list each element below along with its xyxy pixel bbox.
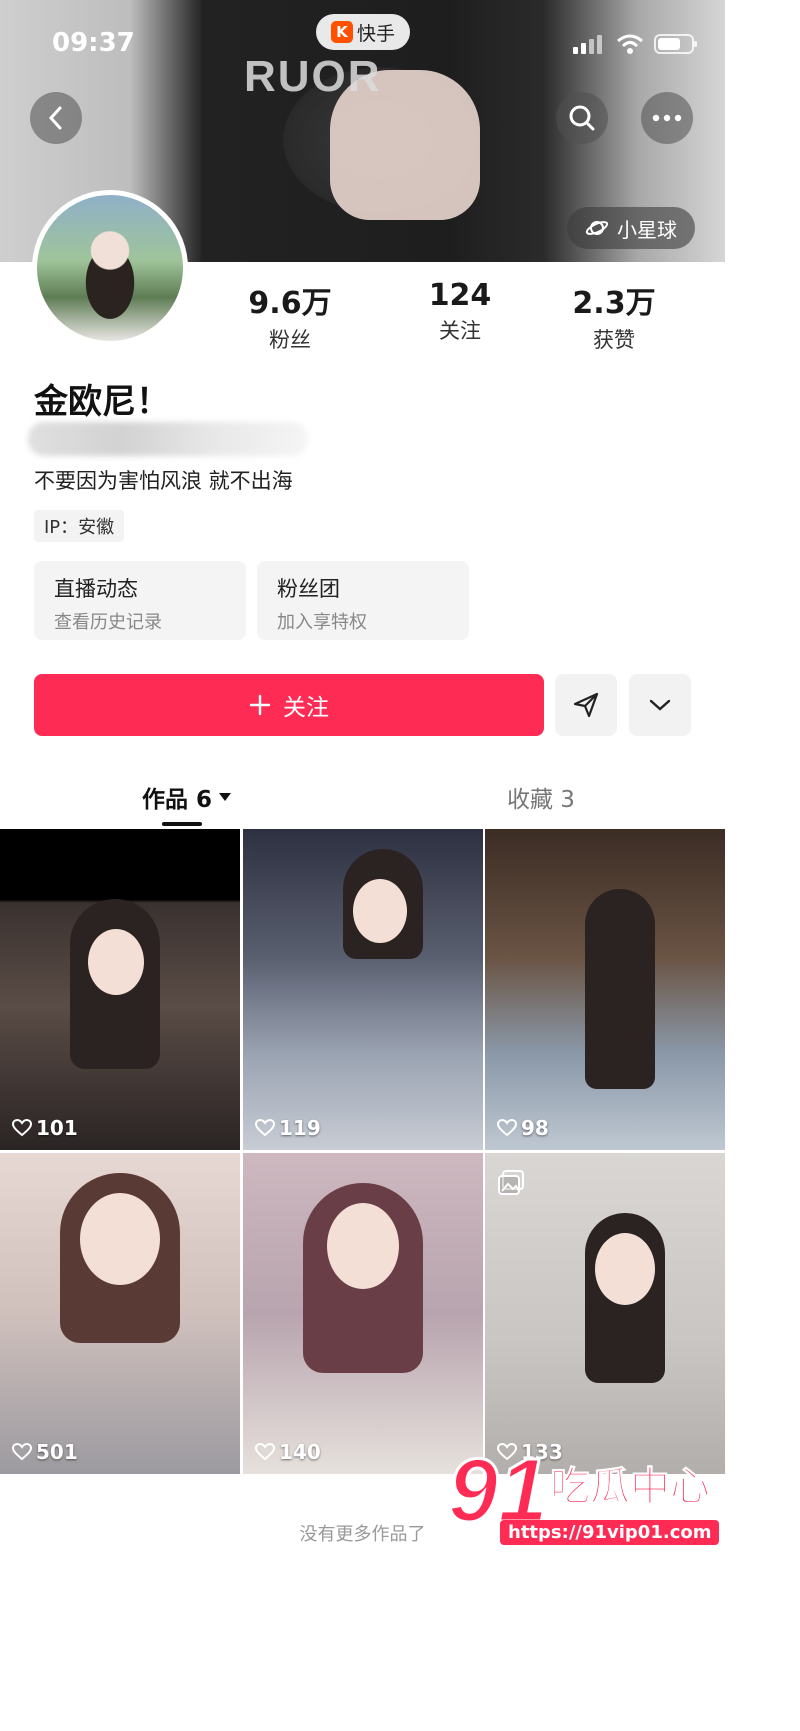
cover-photo-text: RUOR: [244, 52, 382, 101]
like-count: 140: [255, 1440, 321, 1464]
video-thumbnail-face: [88, 929, 144, 995]
stat-fans-value: 9.6万: [248, 286, 332, 321]
plus-icon: [249, 694, 271, 716]
stat-following-label: 关注: [439, 319, 481, 343]
heart-icon: [12, 1443, 32, 1461]
video-thumbnail-face: [80, 1193, 160, 1285]
more-options-button[interactable]: [629, 674, 691, 736]
more-dots-icon: [652, 114, 682, 122]
chevron-down-icon: [649, 699, 671, 711]
stat-fans-label: 粉丝: [269, 328, 311, 352]
planet-button[interactable]: 小星球: [567, 207, 695, 249]
chevron-left-icon: [48, 106, 62, 130]
video-tile[interactable]: 133: [485, 1153, 725, 1474]
live-history-subtitle: 查看历史记录: [54, 612, 162, 633]
watermark: 91 吃瓜中心 https://91vip01.com: [440, 1440, 720, 1560]
status-icons: [572, 33, 698, 55]
fan-club-card[interactable]: 粉丝团 加入享特权: [257, 561, 469, 640]
send-icon: [573, 692, 599, 718]
avatar[interactable]: [32, 190, 188, 346]
video-tile[interactable]: 101: [0, 829, 240, 1150]
live-history-title: 直播动态: [54, 577, 138, 601]
back-button[interactable]: [30, 92, 82, 144]
tab-indicator: [162, 822, 202, 826]
like-count-value: 140: [279, 1440, 321, 1464]
heart-icon: [12, 1119, 32, 1137]
planet-label: 小星球: [617, 217, 677, 242]
like-count-value: 119: [279, 1116, 321, 1140]
like-count: 501: [12, 1440, 78, 1464]
search-button[interactable]: [556, 92, 608, 144]
follow-button[interactable]: 关注: [34, 674, 544, 736]
like-count: 119: [255, 1116, 321, 1140]
stat-following[interactable]: 124 关注: [390, 278, 530, 345]
video-tile[interactable]: 501: [0, 1153, 240, 1474]
video-tile[interactable]: 98: [485, 829, 725, 1150]
tab-favorites-label: 收藏 3: [507, 787, 575, 813]
more-button[interactable]: [641, 92, 693, 144]
message-button[interactable]: [555, 674, 617, 736]
fan-club-title: 粉丝团: [277, 577, 340, 601]
stat-likes[interactable]: 2.3万 获赞: [544, 278, 684, 354]
ip-location-badge: IP：安徽: [34, 510, 125, 542]
video-tile[interactable]: 140: [243, 1153, 483, 1474]
video-thumbnail-face: [327, 1203, 399, 1289]
video-thumbnail-face: [353, 879, 407, 943]
tab-favorites[interactable]: 收藏 3: [507, 780, 575, 814]
heart-icon: [255, 1119, 275, 1137]
status-time: 09:37: [52, 28, 135, 58]
redacted-id: [28, 422, 308, 456]
video-thumbnail-face: [595, 1233, 655, 1305]
kuaishou-logo-icon: K: [330, 21, 353, 43]
like-count: 98: [497, 1116, 549, 1140]
caret-down-icon: [219, 793, 232, 801]
fan-club-subtitle: 加入享特权: [277, 612, 367, 633]
watermark-brand: 吃瓜中心: [550, 1464, 711, 1511]
gallery-icon: [498, 1170, 524, 1195]
signal-icon: [573, 35, 602, 54]
like-count-value: 101: [36, 1116, 78, 1140]
wifi-icon: [617, 34, 643, 54]
follow-label: 关注: [283, 695, 329, 721]
app-badge[interactable]: K 快手: [316, 14, 410, 50]
battery-icon: [654, 34, 697, 54]
stat-following-value: 124: [428, 278, 492, 313]
stat-likes-label: 获赞: [593, 328, 635, 352]
video-tile[interactable]: 119: [243, 829, 483, 1150]
like-count-value: 501: [36, 1440, 78, 1464]
like-count-value: 98: [521, 1116, 549, 1140]
profile-bio: 不要因为害怕风浪 就不出海: [34, 469, 293, 493]
search-icon: [569, 105, 595, 131]
heart-icon: [255, 1443, 275, 1461]
planet-icon: [585, 221, 609, 235]
stat-likes-value: 2.3万: [572, 286, 656, 321]
live-history-card[interactable]: 直播动态 查看历史记录: [34, 561, 246, 640]
stat-fans[interactable]: 9.6万 粉丝: [220, 278, 360, 354]
profile-name: 金欧尼！: [34, 382, 170, 422]
app-badge-label: 快手: [356, 22, 395, 45]
watermark-url: https://91vip01.com: [500, 1520, 720, 1545]
heart-icon: [497, 1119, 517, 1137]
tab-works[interactable]: 作品 6: [142, 780, 232, 814]
tab-works-label: 作品 6: [142, 787, 213, 813]
video-thumbnail: [585, 889, 655, 1089]
like-count: 101: [12, 1116, 78, 1140]
